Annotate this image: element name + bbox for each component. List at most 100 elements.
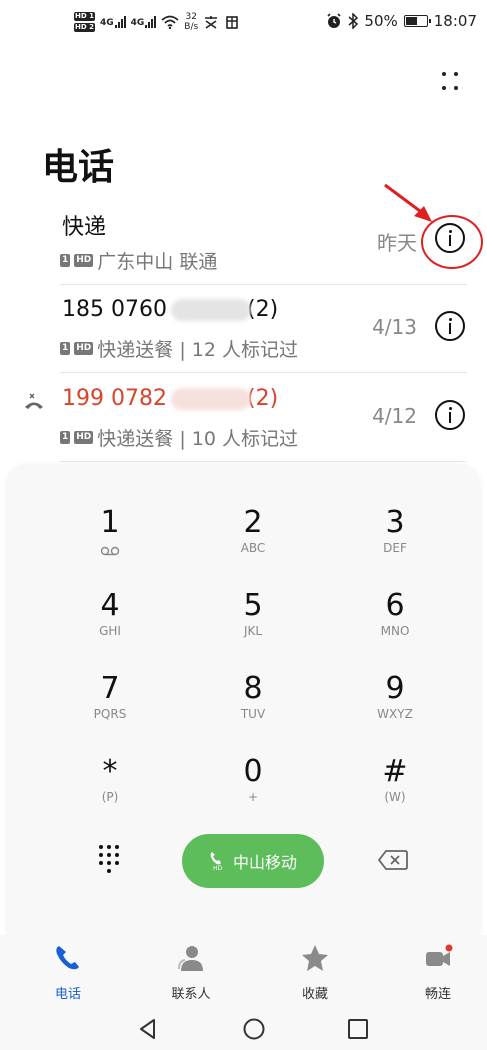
sim1-indicator: HD 1: [74, 12, 95, 21]
recents-icon[interactable]: [346, 1017, 370, 1041]
alarm-icon: [327, 13, 341, 28]
info-icon[interactable]: [435, 311, 465, 341]
missed-call-icon: [25, 393, 43, 409]
annotation-circle: [421, 215, 483, 269]
status-bar: HD 1 HD 2 4G 4G 32 B/s 50% 18:07: [0, 0, 487, 44]
bluetooth-icon: [348, 13, 359, 29]
key-hash[interactable]: # (W): [350, 754, 440, 824]
redaction-blur: [170, 299, 251, 321]
redaction-blur: [170, 388, 251, 410]
key-2[interactable]: 2 ABC: [208, 505, 298, 575]
call-location: 广东中山 联通: [97, 251, 218, 273]
call-details: 1 HD 快递送餐 | 12 人标记过: [60, 335, 298, 362]
key-letters: (P): [101, 790, 119, 804]
bottom-tab-bar: 电话 联系人 收藏 畅连: [0, 935, 487, 1005]
backspace-icon[interactable]: [378, 849, 408, 871]
key-letters: +: [247, 790, 259, 804]
voicemail-icon: [100, 546, 120, 556]
key-digit: 0: [243, 754, 263, 789]
key-star[interactable]: * (P): [65, 754, 155, 824]
app-notification-icon-2: [226, 16, 239, 29]
sim2-indicator: HD 2: [74, 23, 95, 32]
key-9[interactable]: 9 WXYZ: [350, 671, 440, 741]
keypad-toggle-icon[interactable]: [99, 845, 125, 877]
call-log-item[interactable]: 185 0760 (2) 1 HD 快递送餐 | 12 人标记过 4/13: [60, 285, 467, 373]
tab-favorites[interactable]: 收藏: [280, 943, 350, 1002]
tab-label: 收藏: [301, 987, 328, 1002]
key-7[interactable]: 7 PQRS: [65, 671, 155, 741]
call-time: 4/13: [372, 315, 417, 339]
call-button[interactable]: HD 中山移动: [182, 834, 324, 888]
call-count: (2): [246, 297, 279, 322]
key-digit: 7: [100, 671, 120, 706]
caller-name: 快递: [62, 215, 107, 240]
speed-unit: B/s: [184, 22, 199, 32]
speed-value: 32: [185, 12, 197, 22]
caller-number: 185 0760 (2): [62, 297, 278, 322]
clock: 18:07: [433, 12, 477, 30]
hd-badge: HD: [74, 254, 94, 267]
hd-phone-icon: HD: [210, 852, 223, 871]
tab-label: 联系人: [171, 987, 211, 1002]
key-letters: (W): [384, 790, 406, 804]
svg-text:HD: HD: [213, 865, 223, 871]
home-icon[interactable]: [242, 1017, 266, 1041]
tab-label: 电话: [54, 987, 81, 1002]
key-8[interactable]: 8 TUV: [208, 671, 298, 741]
key-letters: ABC: [240, 541, 266, 555]
key-letters: DEF: [383, 541, 407, 555]
signal-icon: 4G: [100, 16, 126, 28]
key-letters: MNO: [380, 624, 410, 638]
star-icon: [302, 945, 328, 971]
info-icon[interactable]: [435, 400, 465, 430]
call-count: (2): [246, 386, 279, 411]
annotation-arrow: [384, 183, 432, 222]
tab-contacts[interactable]: 联系人: [156, 943, 226, 1002]
tab-label: 畅连: [424, 987, 451, 1002]
key-letters: JKL: [243, 624, 263, 638]
key-4[interactable]: 4 GHI: [65, 588, 155, 658]
number-visible: 185 0760: [62, 297, 167, 322]
number-visible: 199 0782: [62, 386, 167, 411]
key-digit: 3: [385, 505, 405, 540]
hd-badge: HD: [74, 431, 94, 444]
wifi-icon: [161, 15, 179, 29]
key-digit: 5: [243, 588, 263, 623]
sim-badge: 1: [60, 254, 71, 267]
call-time: 昨天: [377, 231, 417, 255]
key-digit: 8: [243, 671, 263, 706]
phone-icon: [56, 946, 79, 970]
signal-icon-2: 4G: [131, 16, 157, 28]
key-digit: 6: [385, 588, 405, 623]
tab-phone[interactable]: 电话: [33, 943, 103, 1002]
key-digit: #: [382, 754, 408, 789]
key-6[interactable]: 6 MNO: [350, 588, 440, 658]
sim2-label: HD 2: [74, 23, 95, 32]
call-details: 1 HD 快递送餐 | 10 人标记过: [60, 424, 298, 451]
battery-icon: [403, 15, 431, 27]
key-digit: 9: [385, 671, 405, 706]
more-options-icon[interactable]: [440, 70, 462, 92]
key-5[interactable]: 5 JKL: [208, 588, 298, 658]
sim-badge: 1: [60, 431, 71, 444]
contacts-icon: [178, 946, 203, 971]
key-3[interactable]: 3 DEF: [350, 505, 440, 575]
call-tag: 快递送餐 | 12 人标记过: [97, 339, 298, 361]
video-call-icon: [426, 944, 453, 966]
network-type-1: 4G: [99, 18, 114, 28]
key-digit: *: [102, 754, 118, 789]
key-1[interactable]: 1: [65, 505, 155, 575]
page-title: 电话: [42, 147, 115, 188]
system-navigation-bar: [0, 1005, 487, 1050]
network-speed: 32 B/s: [184, 12, 198, 32]
back-icon[interactable]: [136, 1017, 160, 1041]
sim-indicators: HD 1 HD 2: [74, 12, 95, 32]
dialpad: 1 2 ABC 3 DEF 4 GHI 5 JKL 6 MNO 7 PQRS 8…: [6, 465, 481, 935]
call-tag: 快递送餐 | 10 人标记过: [97, 428, 298, 450]
call-button-label: 中山移动: [232, 853, 297, 872]
key-letters: PQRS: [93, 707, 127, 721]
key-letters: TUV: [240, 707, 266, 721]
tab-meetime[interactable]: 畅连: [403, 943, 473, 1002]
key-0[interactable]: 0 +: [208, 754, 298, 824]
call-log-item[interactable]: 199 0782 (2) 1 HD 快递送餐 | 10 人标记过 4/12: [60, 374, 467, 462]
